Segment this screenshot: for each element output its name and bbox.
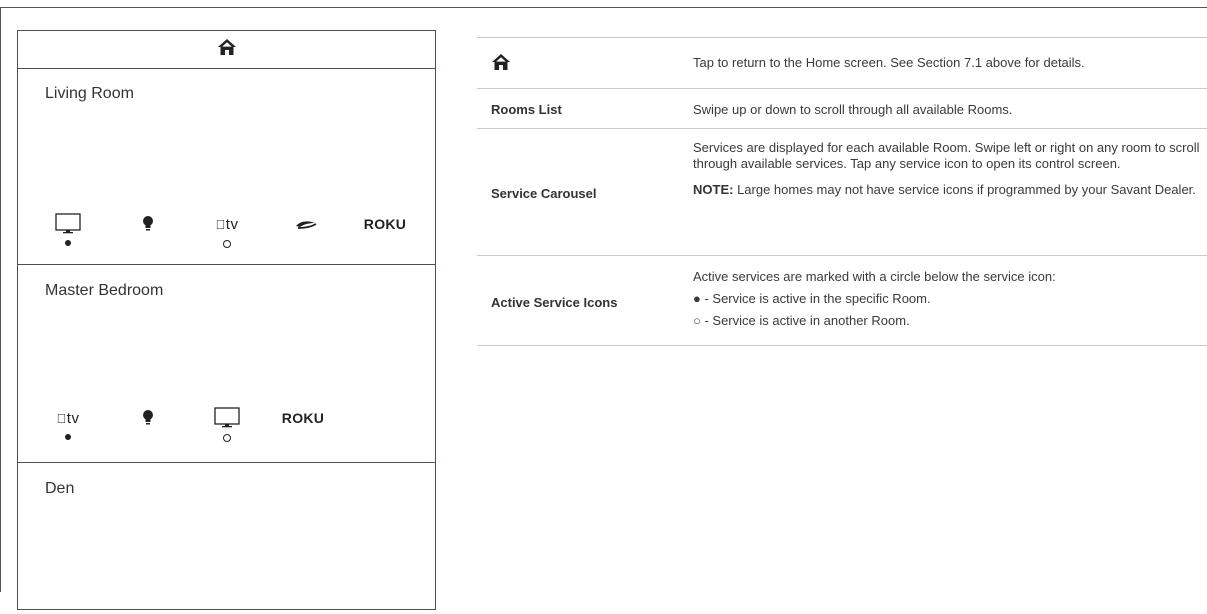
service-apple-tv[interactable]: tv	[204, 212, 250, 256]
bluray-icon	[294, 212, 318, 236]
phone-mockup: Living Room tv ROKU	[17, 30, 436, 610]
service-roku[interactable]: ROKU	[280, 406, 326, 450]
active-elsewhere-indicator	[223, 434, 231, 442]
row-term: Service Carousel	[491, 186, 597, 201]
apple-tv-icon: tv	[57, 409, 79, 427]
service-lighting[interactable]	[125, 406, 171, 450]
active-here-indicator	[65, 434, 71, 440]
active-here-indicator	[65, 240, 71, 246]
service-lighting[interactable]	[125, 212, 171, 256]
room-name: Master Bedroom	[45, 282, 164, 299]
room-card-master-bedroom[interactable]: Master Bedroom tv ROKU	[18, 266, 435, 463]
row-description: Swipe up or down to scroll through all a…	[693, 102, 1013, 117]
roku-icon: ROKU	[281, 410, 325, 426]
row-description: Tap to return to the Home screen. See Se…	[693, 55, 1085, 70]
service-roku[interactable]: ROKU	[362, 212, 408, 256]
table-row-service-carousel: Service Carousel Services are displayed …	[477, 128, 1207, 255]
tv-monitor-icon	[214, 406, 240, 430]
row-term: Active Service Icons	[491, 295, 618, 310]
tv-monitor-icon	[55, 212, 81, 236]
frame-left-border	[0, 7, 1, 592]
room-name: Den	[45, 480, 75, 497]
home-icon	[491, 53, 511, 74]
phone-header	[18, 31, 435, 69]
row-description: Services are displayed for each availabl…	[693, 140, 1200, 197]
frame-top-border	[0, 7, 1207, 8]
table-row-active-service-icons: Active Service Icons Active services are…	[477, 255, 1207, 346]
note-text: Large homes may not have service icons i…	[733, 182, 1196, 197]
row-description: Active services are marked with a circle…	[693, 269, 1056, 328]
lightbulb-icon	[142, 406, 154, 430]
active-elsewhere-indicator	[223, 240, 231, 248]
service-apple-tv[interactable]: tv	[45, 406, 91, 450]
service-bluray[interactable]	[283, 212, 329, 256]
service-tv[interactable]	[45, 212, 91, 256]
home-icon[interactable]	[217, 38, 237, 61]
note-label: NOTE:	[693, 182, 734, 197]
row-term: Rooms List	[491, 102, 562, 117]
lightbulb-icon	[142, 212, 154, 236]
apple-tv-icon: tv	[216, 215, 238, 233]
reference-table: Tap to return to the Home screen. See Se…	[477, 37, 1207, 346]
room-name: Living Room	[45, 85, 134, 102]
service-tv[interactable]	[204, 406, 250, 450]
table-row-home: Tap to return to the Home screen. See Se…	[477, 37, 1207, 88]
table-row-rooms-list: Rooms List Swipe up or down to scroll th…	[477, 88, 1207, 128]
roku-icon: ROKU	[363, 216, 407, 232]
room-card-living-room[interactable]: Living Room tv ROKU	[18, 69, 435, 265]
